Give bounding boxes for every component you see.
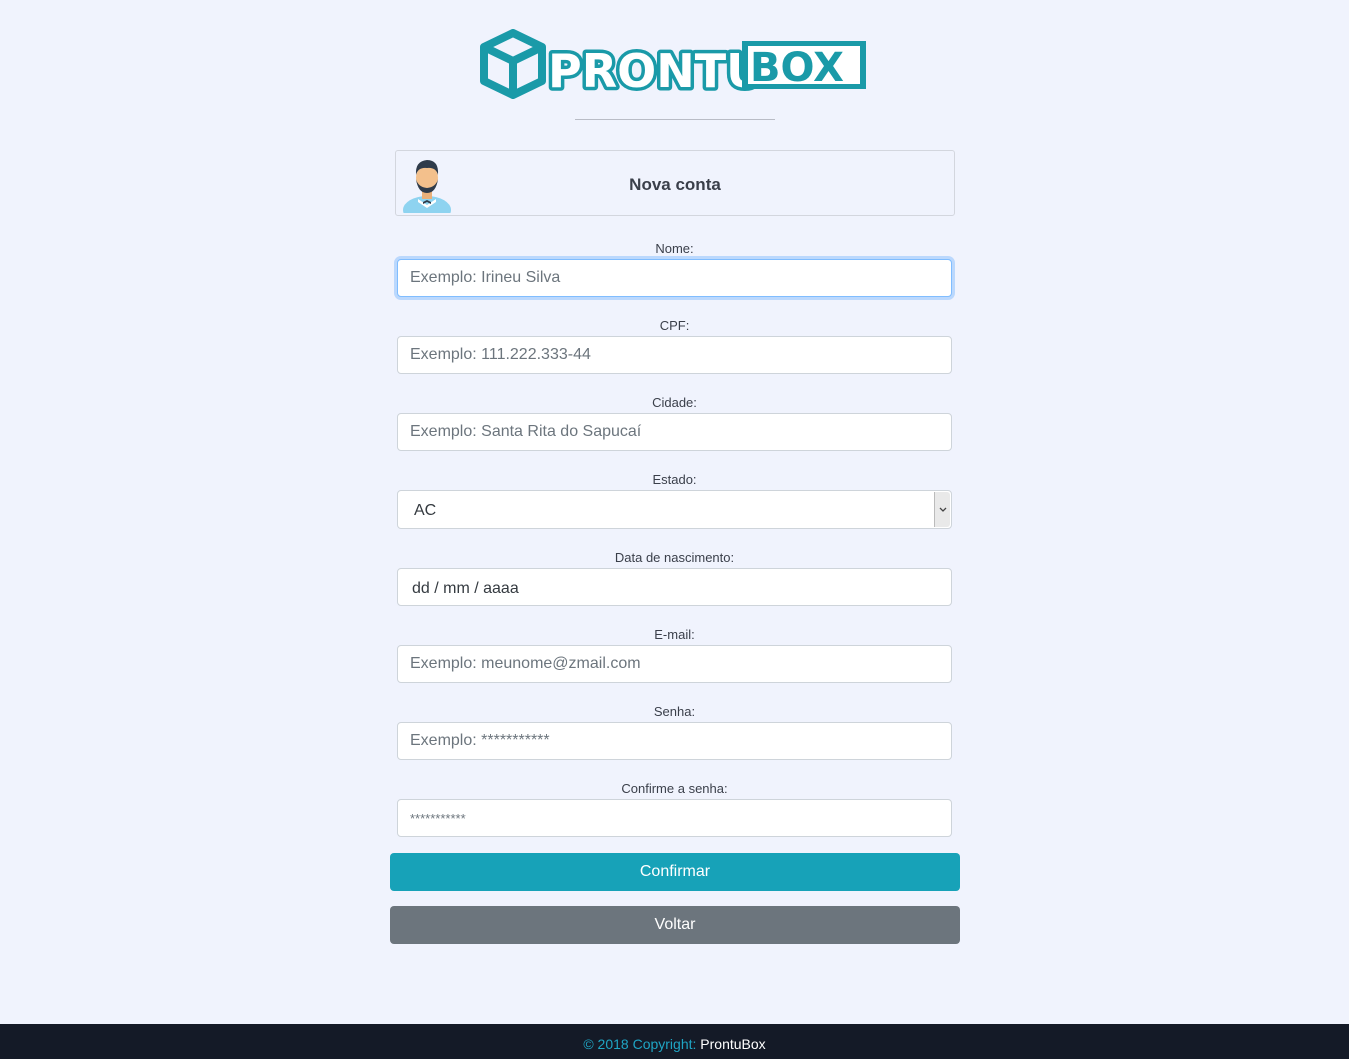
email-input[interactable] [397,645,952,683]
page-title: Nova conta [629,175,721,194]
footer: © 2018 Copyright: ProntuBox [0,1024,1349,1059]
footer-copyright: © 2018 Copyright: [583,1036,697,1052]
birthdate-label: Data de nascimento: [614,550,735,565]
birthdate-input[interactable]: dd / mm / aaaa [397,568,952,606]
password-input[interactable] [397,722,952,760]
back-button[interactable]: Voltar [390,906,960,944]
svg-text:PRONTU: PRONTU [548,44,763,98]
city-label: Cidade: [652,395,697,410]
confirm-password-input[interactable] [397,799,952,837]
email-label: E-mail: [654,627,695,642]
password-label: Senha: [653,704,696,719]
logo-divider [575,119,775,120]
svg-text:BOX: BOX [750,45,844,91]
cpf-label: CPF: [659,318,690,333]
footer-brand-link[interactable]: ProntuBox [700,1036,765,1052]
cpf-input[interactable] [397,336,952,374]
prontubox-logo: PRONTU BOX [480,29,870,101]
state-select-value: AC [414,502,437,519]
new-account-header: Nova conta [395,150,955,224]
confirm-button[interactable]: Confirmar [390,853,960,891]
state-select[interactable]: AC [397,490,952,529]
name-label: Nome: [655,241,694,256]
state-label: Estado: [652,472,697,487]
chevron-down-icon[interactable] [934,492,950,527]
birthdate-placeholder: dd / mm / aaaa [412,580,519,597]
confirm-password-label: Confirme a senha: [621,781,728,796]
name-input[interactable] [397,259,952,297]
city-input[interactable] [397,413,952,451]
page: PRONTU BOX Nova conta Nome: CPF: [0,0,1349,1059]
